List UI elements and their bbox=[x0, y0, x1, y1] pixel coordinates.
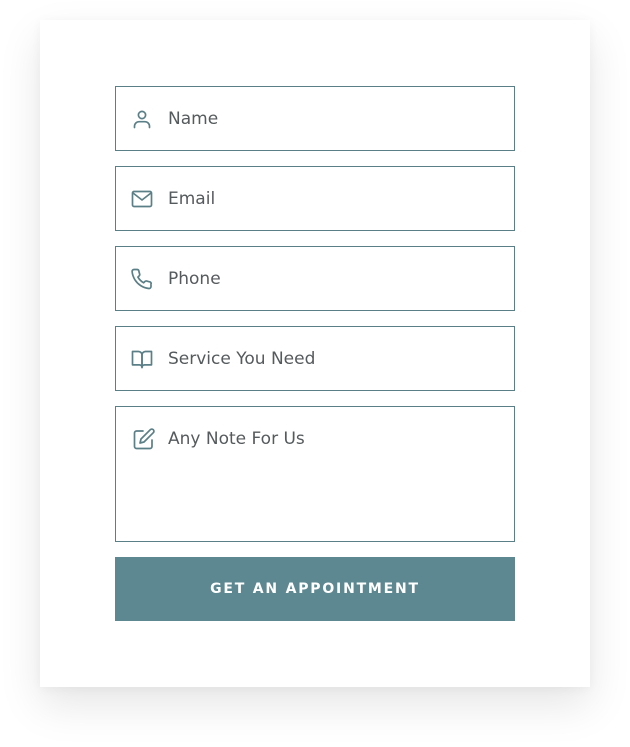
name-field[interactable] bbox=[115, 86, 515, 151]
service-input[interactable] bbox=[168, 327, 504, 390]
name-input[interactable] bbox=[168, 87, 504, 150]
user-icon bbox=[130, 107, 154, 131]
phone-icon bbox=[130, 267, 154, 291]
mail-icon bbox=[130, 187, 154, 211]
appointment-form-card: GET AN APPOINTMENT bbox=[40, 20, 590, 687]
note-textarea[interactable] bbox=[168, 428, 504, 528]
phone-input[interactable] bbox=[168, 247, 504, 310]
edit-icon bbox=[132, 427, 156, 451]
get-appointment-button[interactable]: GET AN APPOINTMENT bbox=[115, 557, 515, 621]
book-icon bbox=[130, 347, 154, 371]
service-field[interactable] bbox=[115, 326, 515, 391]
email-input[interactable] bbox=[168, 167, 504, 230]
note-field[interactable] bbox=[115, 406, 515, 542]
phone-field[interactable] bbox=[115, 246, 515, 311]
email-field[interactable] bbox=[115, 166, 515, 231]
